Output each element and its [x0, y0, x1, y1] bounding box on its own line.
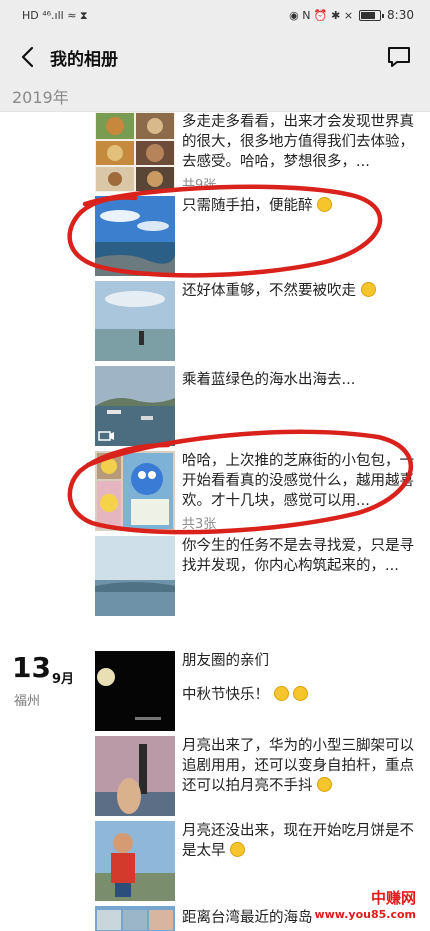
post-caption: 月亮出来了，华为的小型三脚架可以追剧用用，还可以变身自拍杆，重点还可以拍月亮不手…	[182, 738, 414, 794]
status-bar: HD ⁴⁶.ıll ≈ ⧗ ◉ N ⏰ ✱ ⨯ 8:30	[0, 0, 430, 30]
grin-emoji-icon	[317, 777, 333, 792]
nav-bar: 我的相册	[0, 30, 430, 84]
post-caption: 你今生的任务不是去寻找爱，只是寻找并发现，你内心构筑起来的，...	[182, 538, 414, 574]
post-caption: 只需随手拍，便能醉	[182, 198, 313, 214]
smile-emoji-icon	[293, 686, 309, 701]
signal-wifi-icons: HD ⁴⁶.ıll ≈ ⧗	[22, 8, 88, 22]
thinking-emoji-icon	[230, 842, 246, 857]
post-thumbnail-food[interactable]	[95, 112, 175, 192]
album-post[interactable]: 月亮出来了，华为的小型三脚架可以追剧用用，还可以变身自拍杆，重点还可以拍月亮不手…	[95, 736, 430, 816]
post-thumbnail-island[interactable]	[95, 906, 175, 931]
year-header: 2019年	[0, 84, 430, 112]
battery-icon	[359, 9, 385, 21]
album-post[interactable]: 乘着蓝绿色的海水出海去...	[95, 366, 430, 446]
post-thumbnail-harbor-video[interactable]	[95, 366, 175, 446]
post-thumbnail-moon[interactable]	[95, 651, 175, 731]
album-post[interactable]: 还好体重够，不然要被吹走	[95, 281, 430, 361]
message-icon[interactable]	[386, 45, 412, 69]
post-caption: 朋友圈的亲们	[182, 653, 269, 669]
album-post[interactable]: 朋友圈的亲们 中秋节快乐！	[95, 651, 430, 731]
post-location: 福州	[14, 694, 41, 709]
watermark: 中赚网 www.you85.com	[314, 887, 416, 921]
post-thumbnail-coast[interactable]	[95, 281, 175, 361]
post-thumbnail-tripod[interactable]	[95, 736, 175, 816]
clock: 8:30	[387, 8, 414, 22]
emoji-icon	[360, 282, 376, 297]
photo-count: 共9张	[182, 178, 217, 192]
back-arrow-icon[interactable]	[14, 44, 40, 70]
post-caption: 月亮还没出来，现在开始吃月饼是不是太早	[182, 823, 414, 859]
post-thumbnail-bags[interactable]	[95, 451, 175, 531]
photo-count: 共3张	[182, 517, 217, 531]
post-caption: 多走走多看看，出来才会发现世界真的很大，很多地方值得我们去体验，去感受。哈哈，梦…	[182, 114, 414, 170]
page-title: 我的相册	[50, 49, 118, 70]
date-day: 13	[12, 651, 51, 684]
post-thumbnail-child[interactable]	[95, 821, 175, 901]
post-caption: 还好体重够，不然要被吹走	[182, 283, 356, 299]
smile-emoji-icon	[317, 197, 333, 212]
album-post[interactable]: 多走走多看看，出来才会发现世界真的很大，很多地方值得我们去体验，去感受。哈哈，梦…	[95, 112, 430, 192]
album-post[interactable]: 只需随手拍，便能醉	[95, 196, 430, 276]
smile-emoji-icon	[273, 686, 289, 701]
post-caption: 乘着蓝绿色的海水出海去...	[182, 372, 356, 388]
date-month: 9月	[52, 672, 75, 687]
post-caption: 距离台湾最近的海岛	[182, 910, 313, 926]
watermark-url: www.you85.com	[314, 908, 416, 921]
post-caption: 哈哈，上次推的芝麻街的小包包，一开始看看真的没感觉什么，越用越喜欢。才十几块，感…	[182, 453, 414, 509]
system-status-icons: ◉ N ⏰ ✱ ⨯	[289, 8, 354, 22]
album-post[interactable]: 哈哈，上次推的芝麻街的小包包，一开始看看真的没感觉什么，越用越喜欢。才十几块，感…	[95, 451, 430, 531]
post-thumbnail-sea-sky[interactable]	[95, 196, 175, 276]
post-caption-second-line: 中秋节快乐！	[182, 687, 269, 703]
album-post[interactable]: 你今生的任务不是去寻找爱，只是寻找并发现，你内心构筑起来的，...	[95, 536, 430, 616]
post-thumbnail-ocean[interactable]	[95, 536, 175, 616]
watermark-title: 中赚网	[370, 889, 416, 907]
